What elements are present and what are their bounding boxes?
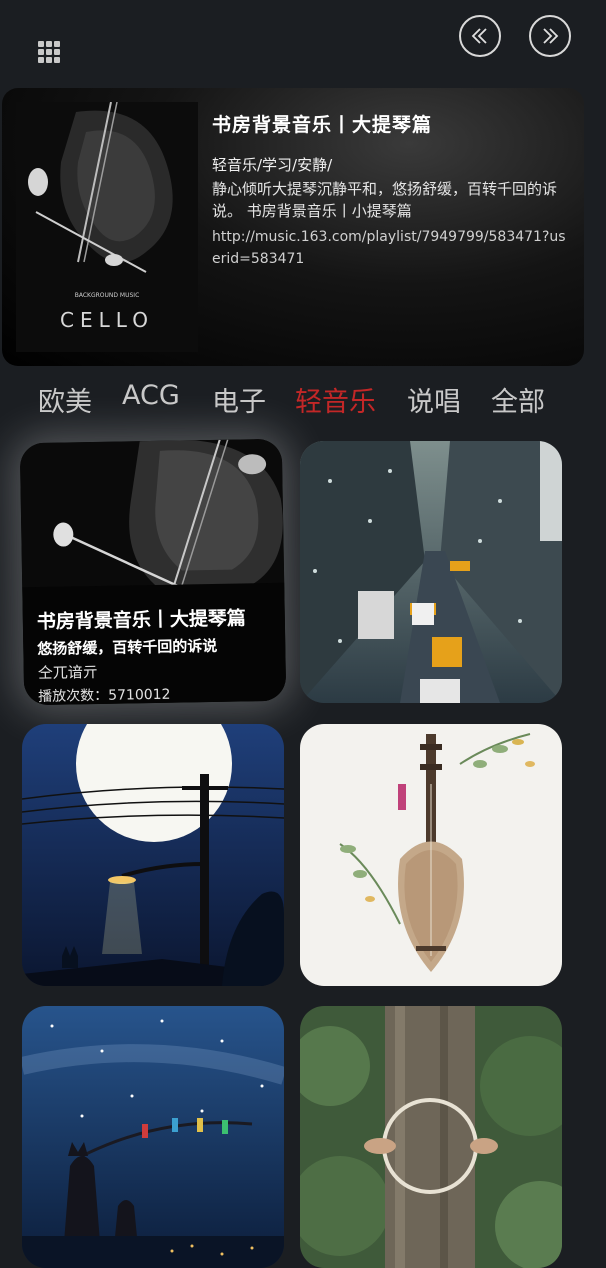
- featured-title[interactable]: 书房背景音乐丨大提琴篇: [212, 110, 432, 137]
- next-button[interactable]: [529, 15, 571, 57]
- tab-light-music[interactable]: 轻音乐: [295, 380, 376, 419]
- featured-tags: 轻音乐/学习/安静/: [212, 156, 333, 174]
- card-cover-image: [300, 441, 562, 703]
- playlist-card-2[interactable]: [300, 441, 562, 703]
- top-bar: [0, 0, 606, 84]
- tab-electronic[interactable]: 电子: [212, 380, 266, 419]
- featured-playlist-card[interactable]: BACKGROUND MUSIC CELLO 书房背景音乐丨大提琴篇 轻音乐/学…: [2, 88, 584, 366]
- playlist-card-4[interactable]: [300, 724, 562, 986]
- card-author: 仝兀谙亓: [37, 662, 98, 683]
- featured-description: 静心倾听大提琴沉静平和，悠扬舒缓，百转千回的诉说。 书房背景音乐丨小提琴篇: [212, 180, 558, 220]
- card-description: 悠扬舒缓，百转千回的诉说: [37, 636, 218, 659]
- double-chevron-right-icon: [543, 28, 559, 44]
- card-title: 书房背景音乐丨大提琴篇: [36, 607, 247, 634]
- previous-button[interactable]: [459, 15, 501, 57]
- featured-cover-image[interactable]: BACKGROUND MUSIC CELLO: [16, 102, 198, 352]
- double-chevron-left-icon: [471, 28, 487, 44]
- card-play-count: 播放次数：5710012: [38, 686, 171, 706]
- grid-menu-icon[interactable]: [38, 41, 60, 63]
- tab-acg[interactable]: ACG: [122, 380, 180, 411]
- cover-text: CELLO: [60, 308, 154, 332]
- tab-rap[interactable]: 说唱: [407, 380, 461, 419]
- featured-url[interactable]: http://music.163.com/playlist/7949799/58…: [212, 226, 574, 270]
- card-cover-image: [300, 724, 562, 986]
- playlist-card-1[interactable]: 书房背景音乐丨大提琴篇 悠扬舒缓，百转千回的诉说 仝兀谙亓 播放次数：57100…: [19, 438, 287, 706]
- card-cover-image: [22, 1006, 284, 1268]
- card-cover-image: [300, 1006, 562, 1268]
- tab-oumei[interactable]: 欧美: [38, 380, 92, 419]
- card-cover-image: [22, 724, 284, 986]
- playlist-card-5[interactable]: [22, 1006, 284, 1268]
- playlist-card-3[interactable]: [22, 724, 284, 986]
- category-tabs: 欧美 ACG 电子 轻音乐 说唱 全部: [0, 380, 606, 424]
- cover-caption: BACKGROUND MUSIC: [75, 292, 140, 299]
- tab-all[interactable]: 全部: [491, 380, 545, 419]
- playlist-card-6[interactable]: [300, 1006, 562, 1268]
